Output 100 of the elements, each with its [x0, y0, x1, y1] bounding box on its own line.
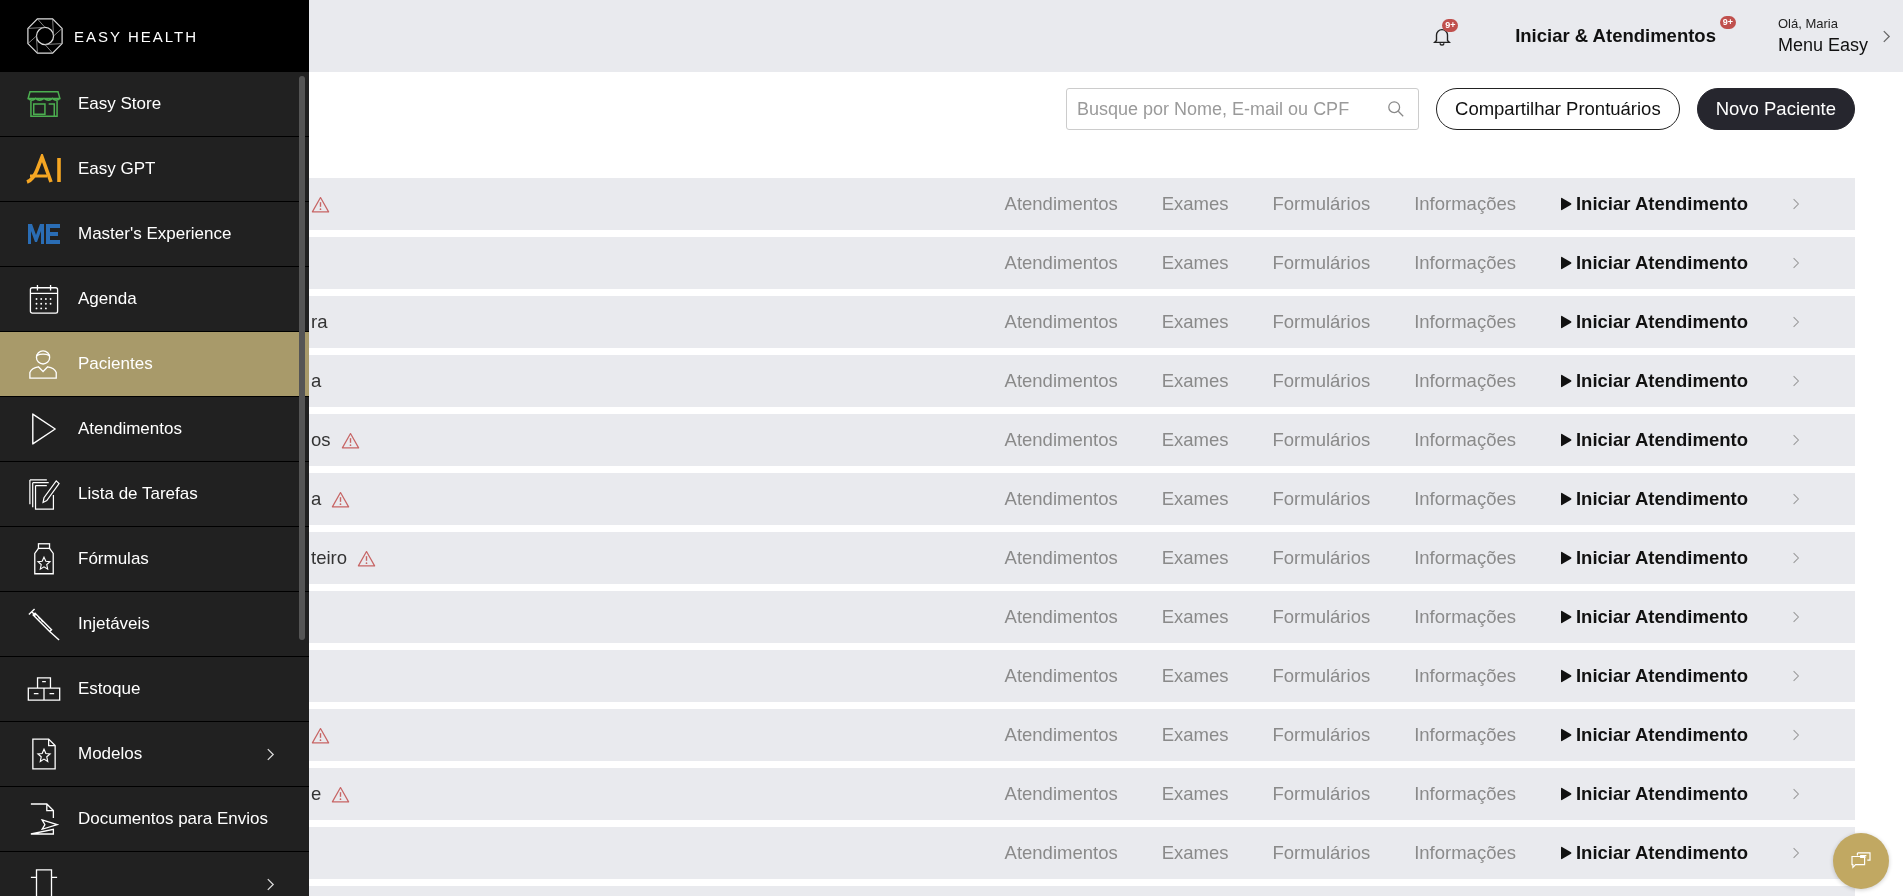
row-link[interactable]: Exames	[1161, 370, 1229, 392]
scrollbar[interactable]	[299, 76, 305, 640]
row-link[interactable]: Exames	[1161, 193, 1229, 215]
chevron-right-icon	[266, 876, 275, 892]
row-link[interactable]: Atendimentos	[1004, 429, 1118, 451]
row-link[interactable]: Formulários	[1272, 252, 1371, 274]
chevron-right-icon[interactable]	[1792, 610, 1800, 624]
patient-row[interactable]: Atendimentos Exames Formulários Informações Iniciar Atendimento	[309, 827, 1855, 879]
row-link[interactable]: Exames	[1161, 488, 1229, 510]
row-link[interactable]: Formulários	[1272, 783, 1371, 805]
patient-row[interactable]: a Atendimentos Exames Formulários Informações Iniciar Atendimento	[309, 473, 1855, 525]
row-link[interactable]: Exames	[1161, 252, 1229, 274]
row-link[interactable]: Formulários	[1272, 370, 1371, 392]
start-appointment-link[interactable]: Iniciar Atendimento	[1560, 370, 1748, 392]
start-appointment-link[interactable]: Iniciar Atendimento	[1560, 193, 1748, 215]
row-link[interactable]: Formulários	[1272, 606, 1371, 628]
row-link[interactable]: Formulários	[1272, 488, 1371, 510]
sidebar-item[interactable]: Documentos para Envios	[0, 787, 309, 852]
chevron-right-icon[interactable]	[1792, 728, 1800, 742]
play-icon	[1560, 315, 1572, 329]
row-link[interactable]: Atendimentos	[1004, 252, 1118, 274]
start-appointment-link[interactable]: Iniciar Atendimento	[1560, 488, 1748, 510]
chevron-right-icon[interactable]	[1882, 28, 1891, 44]
row-link[interactable]: Exames	[1161, 665, 1229, 687]
chevron-right-icon[interactable]	[1792, 846, 1800, 860]
row-link[interactable]: Atendimentos	[1004, 665, 1118, 687]
start-link[interactable]: Iniciar & Atendimentos	[1515, 25, 1716, 46]
start-appointment-link[interactable]: Iniciar Atendimento	[1560, 311, 1748, 333]
row-link[interactable]: Informações	[1414, 311, 1516, 333]
row-link[interactable]: Exames	[1161, 783, 1229, 805]
share-records-button[interactable]: Compartilhar Prontuários	[1436, 88, 1680, 130]
row-link[interactable]: Informações	[1414, 252, 1516, 274]
row-link[interactable]: Atendimentos	[1004, 724, 1118, 746]
start-appointment-link[interactable]: Iniciar Atendimento	[1560, 547, 1748, 569]
row-link[interactable]: Informações	[1414, 783, 1516, 805]
sidebar-item[interactable]: Pacientes	[0, 332, 309, 397]
chevron-right-icon[interactable]	[1792, 433, 1800, 447]
chevron-right-icon[interactable]	[1792, 551, 1800, 565]
row-link[interactable]: Exames	[1161, 547, 1229, 569]
row-link[interactable]: Exames	[1161, 842, 1229, 864]
row-link[interactable]: Exames	[1161, 724, 1229, 746]
row-link[interactable]: Informações	[1414, 193, 1516, 215]
chevron-right-icon[interactable]	[1792, 315, 1800, 329]
row-link[interactable]: Informações	[1414, 370, 1516, 392]
row-link[interactable]: Informações	[1414, 429, 1516, 451]
row-link[interactable]: Informações	[1414, 665, 1516, 687]
row-link[interactable]: Atendimentos	[1004, 783, 1118, 805]
chevron-right-icon[interactable]	[1792, 669, 1800, 683]
start-appointment-link[interactable]: Iniciar Atendimento	[1560, 665, 1748, 687]
start-appointment-link[interactable]: Iniciar Atendimento	[1560, 429, 1748, 451]
calendar-icon	[29, 283, 59, 315]
row-link[interactable]: Formulários	[1272, 311, 1371, 333]
row-link[interactable]: Exames	[1161, 606, 1229, 628]
start-appointment-link[interactable]: Iniciar Atendimento	[1560, 252, 1748, 274]
row-link[interactable]: Formulários	[1272, 665, 1371, 687]
chevron-right-icon[interactable]	[1792, 492, 1800, 506]
row-link[interactable]: Atendimentos	[1004, 311, 1118, 333]
chevron-right-icon[interactable]	[1792, 374, 1800, 388]
patient-row[interactable]: Atendimentos Exames Formulários Informações Iniciar Atendimento	[309, 591, 1855, 643]
sidebar-item[interactable]: Modelos	[0, 722, 309, 787]
start-appointment-link[interactable]: Iniciar Atendimento	[1560, 724, 1748, 746]
patient-row[interactable]: teiro Atendimentos Exames Formulários Informações Iniciar Atendimento	[309, 532, 1855, 584]
row-link[interactable]: Formulários	[1272, 724, 1371, 746]
patient-row[interactable]: ra Atendimentos Exames Formulários Informações Iniciar Atendimento	[309, 296, 1855, 348]
chevron-right-icon[interactable]	[1792, 197, 1800, 211]
row-link[interactable]: Atendimentos	[1004, 193, 1118, 215]
patient-row[interactable]: e Atendimentos Exames Formulários Informações Iniciar Atendimento	[309, 768, 1855, 820]
row-link[interactable]: Formulários	[1272, 547, 1371, 569]
row-link[interactable]: Exames	[1161, 429, 1229, 451]
search-field[interactable]: Busque por Nome, E-mail ou CPF	[1066, 88, 1419, 130]
patient-row[interactable]: Atendimentos Exames Formulários Informações Iniciar Atendimento	[309, 709, 1855, 761]
patient-row[interactable]: Atendimentos Exames Formulários Informações Iniciar Atendimento	[309, 237, 1855, 289]
start-appointment-link[interactable]: Iniciar Atendimento	[1560, 606, 1748, 628]
row-link[interactable]: Informações	[1414, 724, 1516, 746]
start-appointment-link[interactable]: Iniciar Atendimento	[1560, 842, 1748, 864]
patient-row[interactable]: a Atendimentos Exames Formulários Informações Iniciar Atendimento	[309, 355, 1855, 407]
sidebar-item[interactable]: Estoque	[0, 657, 309, 722]
chat-button[interactable]	[1833, 833, 1889, 889]
row-link[interactable]: Formulários	[1272, 193, 1371, 215]
patient-row[interactable]: Atendimentos Exames Formulários Informações Iniciar Atendimento	[309, 650, 1855, 702]
new-patient-button[interactable]: Novo Paciente	[1696, 88, 1855, 130]
start-appointment-link[interactable]: Iniciar Atendimento	[1560, 783, 1748, 805]
row-link[interactable]: Atendimentos	[1004, 488, 1118, 510]
row-link[interactable]: Atendimentos	[1004, 606, 1118, 628]
row-link[interactable]: Informações	[1414, 606, 1516, 628]
chevron-right-icon[interactable]	[1792, 787, 1800, 801]
chevron-right-icon[interactable]	[1792, 256, 1800, 270]
row-link[interactable]: Formulários	[1272, 842, 1371, 864]
patient-row[interactable]: Atendimentos Exames Formulários Informações Iniciar Atendimento	[309, 178, 1855, 230]
patient-row[interactable]: os Atendimentos Exames Formulários Informações Iniciar Atendimento	[309, 414, 1855, 466]
row-link[interactable]: Atendimentos	[1004, 370, 1118, 392]
row-link[interactable]: Informações	[1414, 842, 1516, 864]
row-link[interactable]: Informações	[1414, 488, 1516, 510]
row-link[interactable]: Exames	[1161, 311, 1229, 333]
row-link[interactable]: Informações	[1414, 547, 1516, 569]
row-link[interactable]: Atendimentos	[1004, 842, 1118, 864]
row-link[interactable]: Formulários	[1272, 429, 1371, 451]
chat-bubbles-icon	[1850, 852, 1872, 870]
row-link[interactable]: Atendimentos	[1004, 547, 1118, 569]
user-menu[interactable]: Menu Easy	[1777, 35, 1868, 56]
